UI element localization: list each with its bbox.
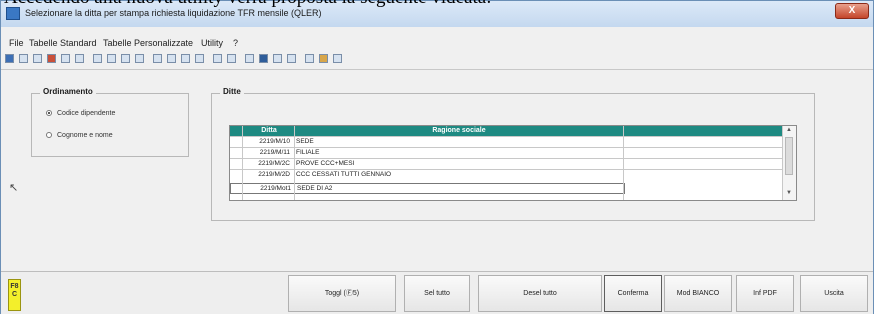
radio-cognome-nome[interactable]: Cognome e nome [46, 132, 113, 139]
table-row[interactable]: 2219/M/2C PROVE CCC+MESI [230, 158, 782, 169]
cut-icon[interactable] [93, 54, 102, 63]
ordinamento-label: Ordinamento [40, 87, 96, 96]
paste-icon[interactable] [75, 54, 84, 63]
radio-selected-icon[interactable] [46, 110, 52, 117]
prev-icon[interactable] [167, 54, 176, 63]
back-icon[interactable] [33, 54, 42, 63]
table-row[interactable]: 2219/M/2D CCC CESSATI TUTTI GENNAIO [230, 169, 782, 180]
find-icon[interactable] [121, 54, 130, 63]
last-icon[interactable] [195, 54, 204, 63]
cell-ditta: 2219/M/2C [258, 160, 290, 167]
radio-codice-dipendente[interactable]: Codice dipendente [46, 110, 115, 117]
toolbar [1, 52, 873, 68]
confirm-button[interactable]: Conferma [604, 275, 662, 312]
filter-icon[interactable] [213, 54, 222, 63]
scroll-down-icon[interactable]: ▼ [786, 190, 792, 196]
ditte-label: Ditte [220, 87, 244, 96]
table-icon[interactable] [287, 54, 296, 63]
menu-tabelle-personalizzate[interactable]: Tabelle Personalizzate [103, 38, 193, 48]
table-header: Ditta Ragione sociale [230, 126, 782, 136]
radio-unselected-icon[interactable] [46, 132, 52, 139]
help-icon[interactable] [333, 54, 342, 63]
next-icon[interactable] [181, 54, 190, 63]
column-divider [623, 126, 624, 200]
menu-help[interactable]: ? [233, 38, 238, 48]
document-caption: Accedendo alla nuova utility verrà propo… [4, 0, 491, 9]
toolbar-separator [1, 69, 873, 70]
function-key-badge: F8 C [8, 279, 21, 311]
cell-ditta: 2219/M/11 [259, 149, 290, 156]
app-window: Selezionare la ditta per stampa richiest… [0, 0, 874, 314]
ordinamento-group: Ordinamento Codice dipendente Cognome e … [31, 87, 189, 157]
print-icon[interactable] [19, 54, 28, 63]
settings-icon[interactable] [305, 54, 314, 63]
menu-bar: File Tabelle Standard Tabelle Personaliz… [1, 38, 873, 50]
ditte-table: Ditta Ragione sociale 2219/M/10 SEDE 221… [229, 125, 797, 201]
table-row[interactable]: 2219/M/11 FILIALE [230, 147, 782, 158]
cell-ragione-sociale: CCC CESSATI TUTTI GENNAIO [296, 171, 392, 178]
window-title: Selezionare la ditta per stampa richiest… [25, 8, 322, 18]
refresh-icon[interactable] [135, 54, 144, 63]
radio-label: Cognome e nome [57, 132, 113, 139]
column-divider [294, 126, 295, 200]
cell-ragione-sociale: FILIALE [296, 149, 320, 156]
cell-ditta: 2219/Mot1 [260, 185, 291, 192]
copy-icon[interactable] [61, 54, 70, 63]
toggle-button[interactable]: Toggl (Ⓕ5) [288, 275, 396, 312]
color-icon[interactable] [47, 54, 56, 63]
inf-pdf-button[interactable]: Inf PDF [736, 275, 794, 312]
lock-icon[interactable] [319, 54, 328, 63]
column-ragione-sociale[interactable]: Ragione sociale [296, 127, 622, 134]
mouse-cursor-icon: ↖ [9, 182, 19, 194]
calc-icon[interactable] [227, 54, 236, 63]
column-ditta[interactable]: Ditta [242, 127, 296, 134]
save-icon[interactable] [5, 54, 14, 63]
mod-bianco-button[interactable]: Mod BIANCO [664, 275, 732, 312]
cell-ragione-sociale: SEDE [296, 138, 314, 145]
box-icon[interactable] [259, 54, 268, 63]
table-row-selected[interactable]: 2219/Mot1 SEDE DI A2 [230, 183, 625, 194]
column-divider [242, 126, 243, 200]
select-all-button[interactable]: Sel tutto [404, 275, 470, 312]
chart-icon[interactable] [273, 54, 282, 63]
scroll-up-icon[interactable]: ▲ [786, 127, 792, 133]
menu-file[interactable]: File [9, 38, 24, 48]
scroll-thumb[interactable] [785, 137, 793, 175]
cell-ditta: 2219/M/10 [259, 138, 290, 145]
menu-utility[interactable]: Utility [201, 38, 223, 48]
cell-ditta: 2219/M/2D [258, 171, 290, 178]
vertical-scrollbar[interactable]: ▲ ▼ [782, 126, 796, 200]
first-icon[interactable] [153, 54, 162, 63]
cell-ragione-sociale: SEDE DI A2 [297, 185, 333, 192]
deselect-all-button[interactable]: Desel tutto [478, 275, 602, 312]
table-row[interactable]: 2219/M/10 SEDE [230, 136, 782, 147]
close-button[interactable]: X [835, 3, 869, 19]
doc-icon[interactable] [245, 54, 254, 63]
menu-tabelle-standard[interactable]: Tabelle Standard [29, 38, 97, 48]
cell-ragione-sociale: PROVE CCC+MESI [296, 160, 355, 167]
exit-button[interactable]: Uscita [800, 275, 868, 312]
radio-label: Codice dipendente [57, 110, 116, 117]
undo-icon[interactable] [107, 54, 116, 63]
